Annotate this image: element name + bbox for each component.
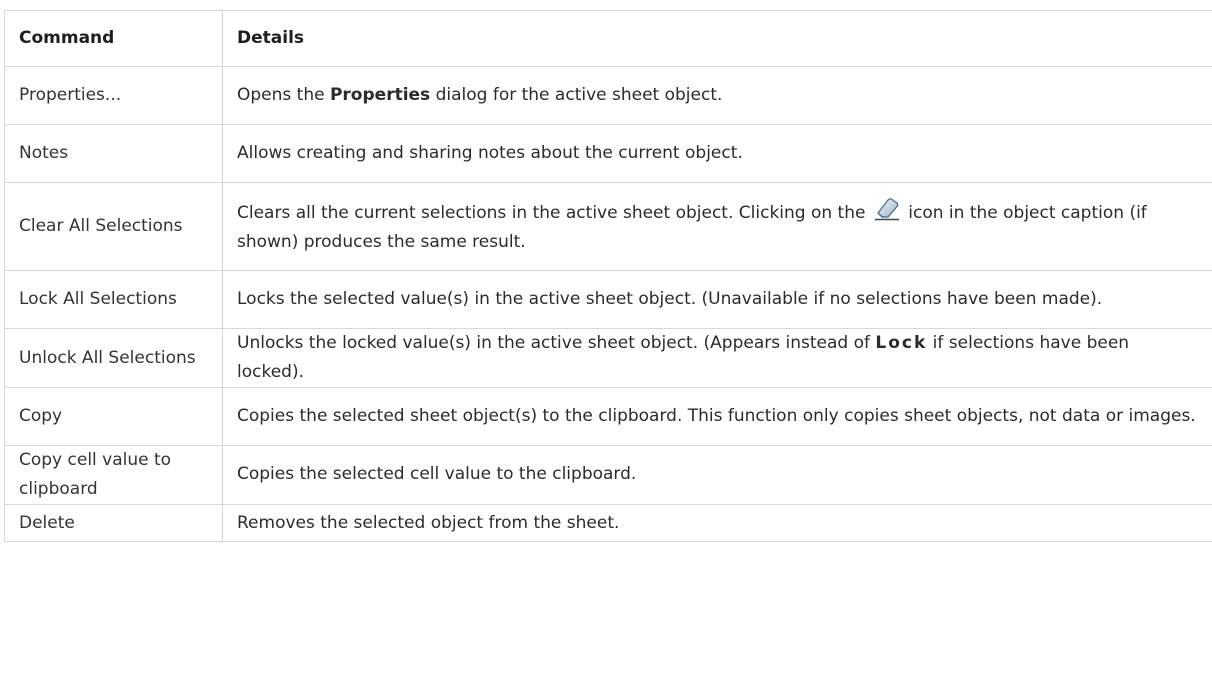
table-row-notes: Notes Allows creating and sharing notes … [4,124,1212,183]
commands-table: Command Details Properties... Opens the … [4,10,1212,542]
details-cell: Allows creating and sharing notes about … [222,124,1212,183]
command-cell: Notes [4,124,223,183]
table-row-clear-all-selections: Clear All Selections Clears all the curr… [4,182,1212,271]
command-cell: Clear All Selections [4,182,223,271]
details-cell: Copies the selected cell value to the cl… [222,445,1212,505]
table-header-row: Command Details [4,10,1212,67]
details-cell: Unlocks the locked value(s) in the activ… [222,328,1212,388]
command-column-header: Command [4,10,223,67]
details-column-header: Details [222,10,1212,67]
table-row-lock-all-selections: Lock All Selections Locks the selected v… [4,270,1212,329]
details-text: Opens the [237,85,330,105]
table-row-unlock-all-selections: Unlock All Selections Unlocks the locked… [4,328,1212,388]
details-text: dialog for the active sheet object. [430,85,723,105]
details-cell: Opens the Properties dialog for the acti… [222,66,1212,125]
details-keyword: Lock [875,333,928,353]
command-cell: Lock All Selections [4,270,223,329]
clipped-caption-area [0,0,1212,10]
details-cell: Locks the selected value(s) in the activ… [222,270,1212,329]
table-row-properties: Properties... Opens the Properties dialo… [4,66,1212,125]
details-cell: Removes the selected object from the she… [222,504,1212,542]
details-text: Unlocks the locked value(s) in the activ… [237,333,876,353]
table-row-delete: Delete Removes the selected object from … [4,504,1212,542]
command-cell: Delete [4,504,223,542]
details-cell: Copies the selected sheet object(s) to t… [222,387,1212,446]
command-cell: Copy [4,387,223,446]
details-text: Clears all the current selections in the… [237,202,871,223]
table-row-copy: Copy Copies the selected sheet object(s)… [4,387,1212,446]
details-keyword: Properties [329,85,431,105]
eraser-icon [873,197,901,221]
command-cell: Copy cell value to clipboard [4,445,223,505]
details-cell: Clears all the current selections in the… [222,182,1212,271]
command-cell: Unlock All Selections [4,328,223,388]
command-cell: Properties... [4,66,223,125]
table-row-copy-cell-value: Copy cell value to clipboard Copies the … [4,445,1212,505]
